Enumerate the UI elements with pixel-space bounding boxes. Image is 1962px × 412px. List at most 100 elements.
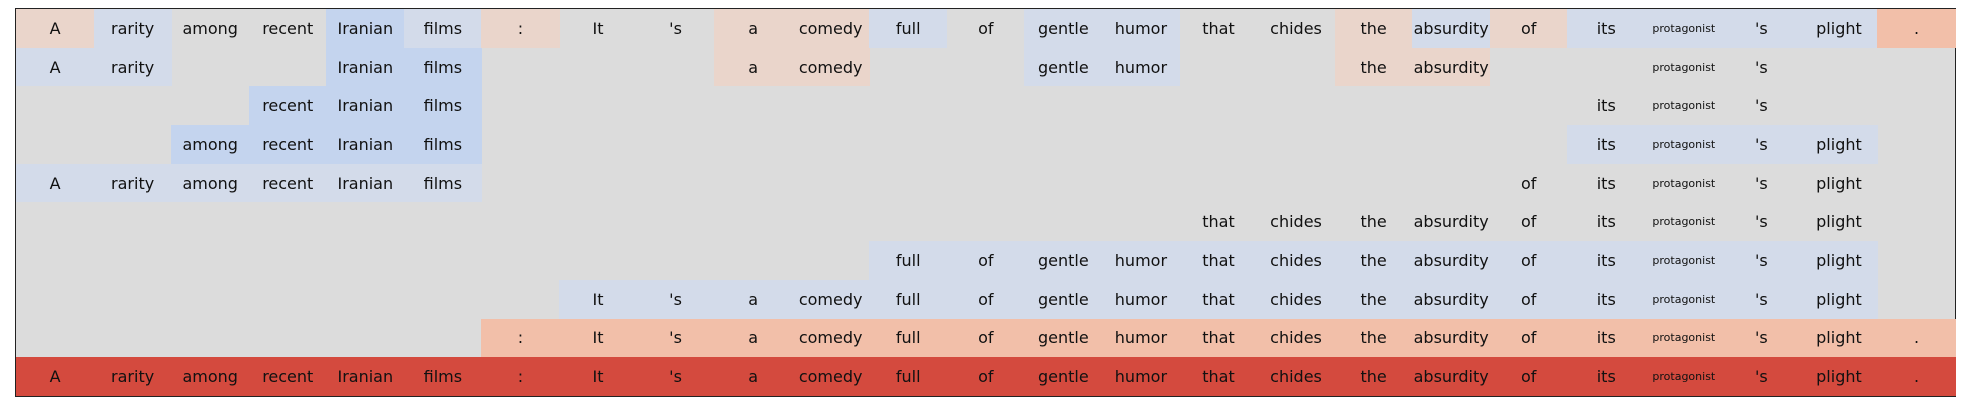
token-cell xyxy=(559,241,637,280)
token-cell: films xyxy=(403,357,482,396)
token-cell: that xyxy=(1202,18,1235,38)
token-cell: humor xyxy=(1101,318,1180,358)
token-cell xyxy=(792,203,870,242)
token-cell xyxy=(636,86,714,125)
grid-row: Ararity among recent Iranian films: It's a come… xyxy=(16,357,1956,396)
token-cell xyxy=(171,48,249,87)
token-cell: Iranian xyxy=(326,125,405,164)
token-cell: chides xyxy=(1256,279,1336,319)
token-cell: comedy xyxy=(791,9,870,48)
token-cell: 's xyxy=(1722,357,1801,396)
token-cell xyxy=(636,203,714,242)
token-cell xyxy=(559,48,637,87)
token-cell xyxy=(481,164,559,203)
token-cell: humor xyxy=(1101,9,1180,48)
token-cell xyxy=(714,241,792,280)
token-cell xyxy=(636,125,714,164)
token-cell: its xyxy=(1567,279,1646,319)
token-cell xyxy=(636,241,714,280)
token-cell: recent xyxy=(248,357,327,396)
token-cell: 's xyxy=(636,279,715,319)
token-cell: plight xyxy=(1799,279,1879,319)
token-cell: It xyxy=(558,318,638,358)
token-cell: protagonist xyxy=(1644,279,1723,319)
token-cell: full xyxy=(869,357,948,396)
token-cell: that xyxy=(1179,279,1258,319)
token-cell xyxy=(249,319,327,358)
token-cell: that xyxy=(1179,318,1258,358)
token-cell xyxy=(16,86,94,125)
token-cell: Iranian xyxy=(326,163,405,203)
token-cell xyxy=(171,319,249,358)
token-cell xyxy=(792,125,870,164)
token-cell: chides xyxy=(1256,357,1336,396)
token-cell: a xyxy=(714,357,793,396)
token-cell: It xyxy=(558,357,638,396)
token-cell: 's xyxy=(1722,318,1801,358)
token-cell: absurdity xyxy=(1412,357,1491,396)
token-cell: A xyxy=(16,9,95,48)
token-cell: among xyxy=(171,357,250,396)
token-cell xyxy=(1412,164,1490,203)
token-cell xyxy=(714,125,792,164)
token-attribution-grid: Ararity among recent Iranian films: It's a come… xyxy=(15,8,1956,397)
token-cell: gentle xyxy=(1024,47,1103,87)
token-cell xyxy=(1179,86,1257,125)
token-cell: its xyxy=(1567,357,1646,396)
token-cell xyxy=(16,203,94,242)
token-cell: its xyxy=(1567,318,1646,358)
token-cell: A xyxy=(16,357,95,396)
token-cell: among xyxy=(171,163,250,203)
token-cell: Iranian xyxy=(326,86,405,126)
token-cell xyxy=(249,280,327,319)
token-cell: : xyxy=(481,9,560,48)
token-cell xyxy=(1877,125,1955,164)
token-cell xyxy=(481,125,559,164)
token-cell: recent xyxy=(248,86,327,126)
token-cell: rarity xyxy=(93,357,172,396)
token-cell: films xyxy=(403,9,482,48)
token-cell: the xyxy=(1334,241,1413,280)
token-cell xyxy=(947,48,1025,87)
token-cell xyxy=(792,164,870,203)
token-cell: . xyxy=(1877,9,1956,48)
token-cell: 's xyxy=(1755,173,1768,193)
token-cell: that xyxy=(1179,241,1258,280)
token-cell: absurdity xyxy=(1413,212,1489,232)
token-cell xyxy=(404,203,482,242)
token-cell: chides xyxy=(1270,212,1322,232)
token-cell xyxy=(1490,48,1568,87)
token-cell: comedy xyxy=(791,318,870,358)
token-cell: comedy xyxy=(791,47,870,87)
token-cell xyxy=(481,280,559,319)
token-cell xyxy=(869,164,947,203)
token-cell: Iranian xyxy=(326,47,405,87)
token-cell xyxy=(792,241,870,280)
token-cell xyxy=(559,164,637,203)
token-cell: its xyxy=(1567,241,1646,280)
token-cell xyxy=(1877,86,1955,125)
token-cell xyxy=(714,86,792,125)
token-cell: recent xyxy=(248,163,327,203)
token-cell xyxy=(16,125,94,164)
token-cell: the xyxy=(1334,357,1413,396)
grid-row: that chides the absurdity of its protagonist 's… xyxy=(16,203,1955,242)
token-cell xyxy=(1877,48,1955,87)
token-cell: of xyxy=(946,357,1025,396)
token-cell: full xyxy=(869,241,948,280)
token-cell xyxy=(94,86,172,125)
token-cell xyxy=(94,280,172,319)
token-cell: 's xyxy=(1755,212,1768,232)
token-cell: that xyxy=(1202,212,1235,232)
token-cell: rarity xyxy=(93,9,172,48)
token-cell: Iranian xyxy=(326,9,405,48)
token-cell: A xyxy=(16,47,95,87)
token-cell xyxy=(1877,203,1955,242)
token-cell xyxy=(947,125,1025,164)
token-cell xyxy=(1877,164,1955,203)
grid-row: Ararity among recent Iranian films of its prota… xyxy=(16,163,1955,203)
token-cell xyxy=(714,164,792,203)
token-cell xyxy=(1102,203,1180,242)
token-cell: : xyxy=(481,318,560,358)
token-cell xyxy=(16,241,94,280)
